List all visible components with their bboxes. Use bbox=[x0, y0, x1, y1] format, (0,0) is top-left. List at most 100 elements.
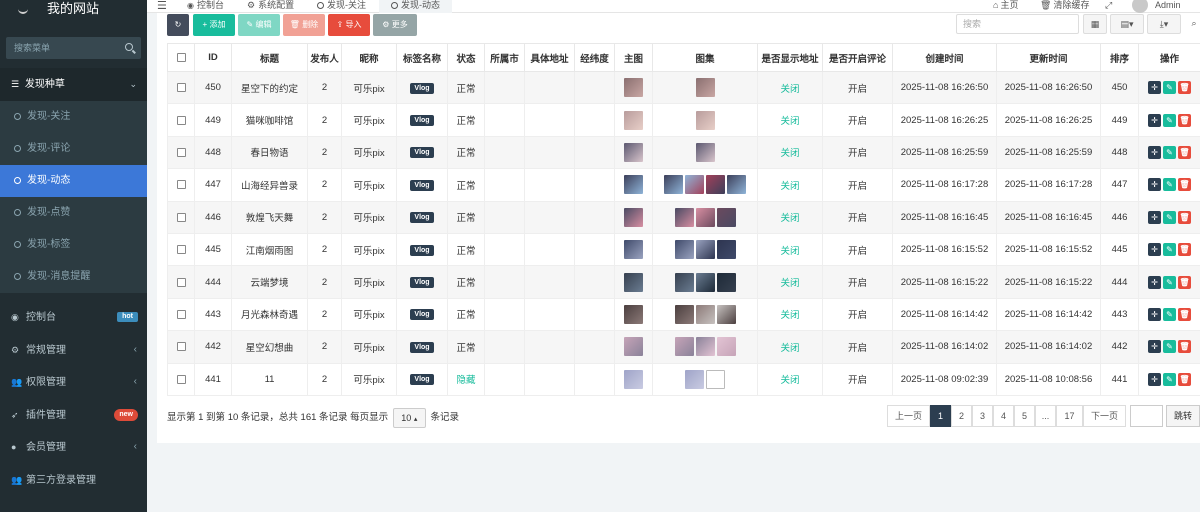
gallery-thumbnail[interactable] bbox=[727, 175, 746, 195]
row-checkbox[interactable] bbox=[176, 147, 186, 157]
column-header[interactable]: 排序 bbox=[1100, 43, 1139, 72]
clear-cache-button[interactable]: 🗑 清除缓存 bbox=[1040, 0, 1089, 13]
search-toggle-button[interactable]: ⌕ bbox=[1184, 14, 1200, 34]
sidebar-item-comment[interactable]: 发现-评论 bbox=[0, 133, 147, 165]
gallery-thumbnail[interactable] bbox=[685, 175, 704, 195]
column-header[interactable]: 主图 bbox=[614, 43, 653, 72]
more-button[interactable]: ⚙ 更多 bbox=[373, 14, 417, 36]
gallery-thumbnail[interactable] bbox=[695, 240, 715, 260]
row-checkbox[interactable] bbox=[176, 212, 186, 222]
select-all-checkbox[interactable] bbox=[176, 52, 186, 62]
row-checkbox[interactable] bbox=[176, 83, 186, 93]
delete-button[interactable]: 🗑 删除 bbox=[283, 14, 325, 36]
search-icon[interactable] bbox=[125, 43, 133, 51]
show-address-toggle[interactable]: 关闭 bbox=[780, 343, 799, 354]
edit-icon[interactable]: ✎ bbox=[1163, 145, 1176, 159]
gallery-thumbnail[interactable] bbox=[695, 272, 715, 292]
drag-handle-icon[interactable]: ✛ bbox=[1148, 307, 1161, 321]
main-image-thumbnail[interactable] bbox=[624, 78, 643, 98]
edit-icon[interactable]: ✎ bbox=[1163, 178, 1176, 192]
page-button[interactable]: 1 bbox=[930, 405, 951, 427]
show-address-toggle[interactable]: 关闭 bbox=[780, 116, 799, 127]
show-address-toggle[interactable]: 关闭 bbox=[780, 310, 799, 321]
delete-icon[interactable]: 🗑 bbox=[1178, 372, 1191, 386]
drag-handle-icon[interactable]: ✛ bbox=[1148, 340, 1161, 354]
row-checkbox[interactable] bbox=[176, 309, 186, 319]
gallery-thumbnail[interactable] bbox=[674, 337, 694, 357]
drag-handle-icon[interactable]: ✛ bbox=[1148, 145, 1161, 159]
gallery-thumbnail[interactable] bbox=[685, 369, 704, 389]
edit-icon[interactable]: ✎ bbox=[1163, 210, 1176, 224]
toggle-view-button[interactable]: ▦ bbox=[1083, 14, 1107, 34]
column-header[interactable]: 状态 bbox=[447, 43, 485, 72]
sidebar-item-dashboard[interactable]: ◉ 控制台 hot bbox=[0, 301, 147, 334]
menu-toggle-icon[interactable]: ☰ bbox=[157, 0, 167, 12]
gallery-thumbnail[interactable] bbox=[674, 272, 694, 292]
page-jump-button[interactable]: 跳转 bbox=[1166, 405, 1200, 427]
gallery-thumbnail[interactable] bbox=[674, 240, 694, 260]
columns-button[interactable]: ▤▾ bbox=[1110, 14, 1144, 34]
sidebar-item-follow[interactable]: 发现-关注 bbox=[0, 101, 147, 133]
column-header[interactable]: 是否显示地址 bbox=[757, 43, 823, 72]
delete-icon[interactable]: 🗑 bbox=[1178, 275, 1191, 289]
drag-handle-icon[interactable]: ✛ bbox=[1148, 243, 1161, 257]
column-header[interactable]: 标题 bbox=[231, 43, 308, 72]
page-button[interactable]: 17 bbox=[1056, 405, 1083, 427]
home-link[interactable]: ⌂ 主页 bbox=[993, 0, 1018, 13]
row-checkbox[interactable] bbox=[176, 115, 186, 125]
column-header[interactable]: 所属市 bbox=[484, 43, 525, 72]
gallery-thumbnail[interactable] bbox=[695, 110, 715, 130]
sidebar-item-third-party[interactable]: 👥 第三方登录管理 bbox=[0, 464, 147, 497]
column-header[interactable]: 标签名称 bbox=[396, 43, 448, 72]
drag-handle-icon[interactable]: ✛ bbox=[1148, 113, 1161, 127]
main-image-thumbnail[interactable] bbox=[624, 175, 643, 195]
delete-icon[interactable]: 🗑 bbox=[1178, 145, 1191, 159]
main-image-thumbnail[interactable] bbox=[624, 240, 643, 260]
import-button[interactable]: ⇪ 导入 bbox=[328, 14, 370, 36]
edit-icon[interactable]: ✎ bbox=[1163, 243, 1176, 257]
main-image-thumbnail[interactable] bbox=[624, 337, 643, 357]
gallery-thumbnail[interactable] bbox=[706, 175, 725, 195]
sidebar-item-member[interactable]: ● 会员管理 ‹ bbox=[0, 431, 147, 464]
gallery-thumbnail[interactable] bbox=[695, 78, 715, 98]
drag-handle-icon[interactable]: ✛ bbox=[1148, 178, 1161, 192]
gallery-thumbnail[interactable] bbox=[695, 337, 715, 357]
next-page-button[interactable]: 下一页 bbox=[1083, 405, 1126, 427]
prev-page-button[interactable]: 上一页 bbox=[887, 405, 930, 427]
drag-handle-icon[interactable]: ✛ bbox=[1148, 372, 1161, 386]
delete-icon[interactable]: 🗑 bbox=[1178, 81, 1191, 95]
sidebar-search-input[interactable] bbox=[6, 37, 116, 59]
delete-icon[interactable]: 🗑 bbox=[1178, 178, 1191, 192]
row-checkbox[interactable] bbox=[176, 277, 186, 287]
export-button[interactable]: ⤓▾ bbox=[1147, 14, 1181, 34]
tab-follow[interactable]: 发现-关注 bbox=[317, 0, 366, 13]
edit-icon[interactable]: ✎ bbox=[1163, 307, 1176, 321]
main-image-thumbnail[interactable] bbox=[624, 369, 643, 389]
column-header[interactable]: ID bbox=[194, 43, 232, 72]
column-header[interactable]: 是否开启评论 bbox=[822, 43, 893, 72]
column-header[interactable]: 图集 bbox=[652, 43, 758, 72]
main-image-thumbnail[interactable] bbox=[624, 304, 643, 324]
column-header[interactable]: 经纬度 bbox=[574, 43, 615, 72]
main-image-thumbnail[interactable] bbox=[624, 207, 643, 227]
gallery-thumbnail[interactable] bbox=[695, 304, 715, 324]
sidebar-item-like[interactable]: 发现-点赞 bbox=[0, 197, 147, 229]
column-header[interactable]: 更新时间 bbox=[996, 43, 1101, 72]
broken-image-icon[interactable] bbox=[706, 369, 725, 389]
main-image-thumbnail[interactable] bbox=[624, 142, 643, 162]
delete-icon[interactable]: 🗑 bbox=[1178, 210, 1191, 224]
edit-icon[interactable]: ✎ bbox=[1163, 81, 1176, 95]
column-header[interactable]: 创建时间 bbox=[892, 43, 997, 72]
show-address-toggle[interactable]: 关闭 bbox=[780, 148, 799, 159]
page-size-select[interactable]: 10 ▴ bbox=[392, 408, 426, 428]
gallery-thumbnail[interactable] bbox=[674, 207, 694, 227]
delete-icon[interactable]: 🗑 bbox=[1178, 307, 1191, 321]
gallery-thumbnail[interactable] bbox=[695, 142, 715, 162]
row-checkbox[interactable] bbox=[176, 180, 186, 190]
main-image-thumbnail[interactable] bbox=[624, 110, 643, 130]
drag-handle-icon[interactable]: ✛ bbox=[1148, 81, 1161, 95]
show-address-toggle[interactable]: 关闭 bbox=[780, 246, 799, 257]
show-address-toggle[interactable]: 关闭 bbox=[780, 213, 799, 224]
user-name[interactable]: Admin bbox=[1155, 0, 1181, 13]
page-button[interactable]: 2 bbox=[951, 405, 972, 427]
